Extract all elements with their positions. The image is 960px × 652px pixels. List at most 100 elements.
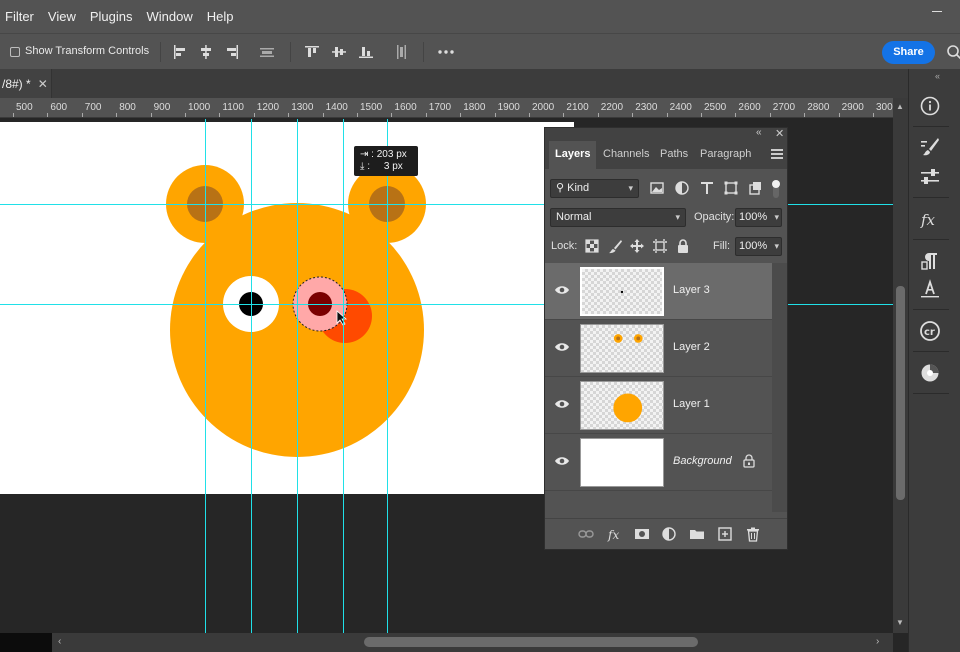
pixel-filter-icon[interactable]: [649, 180, 665, 196]
menu-view[interactable]: View: [42, 9, 84, 24]
horizontal-ruler[interactable]: 500 600 700 800 900 1000 1100 1200 1300 1400 1500 1…: [0, 98, 893, 118]
horizontal-scroll-thumb[interactable]: [364, 637, 698, 647]
lock-transparent-pixels-icon[interactable]: [584, 238, 600, 254]
menu-filter[interactable]: Filter: [0, 9, 42, 24]
tab-layers[interactable]: Layers: [549, 141, 597, 169]
collapse-panel-icon[interactable]: «: [756, 127, 762, 138]
tab-channels[interactable]: Channels: [597, 141, 655, 169]
scroll-up-icon[interactable]: ▲: [896, 102, 904, 111]
fill-field[interactable]: 100% ▾: [735, 237, 782, 256]
layer-row-background[interactable]: Background: [545, 434, 772, 491]
filter-kind-select[interactable]: ⚲ Kind ▾: [550, 179, 639, 198]
lock-position-icon[interactable]: [629, 238, 645, 254]
ruler-tick-label: 1200: [256, 102, 280, 113]
ruler-tick-label: 2100: [566, 102, 589, 113]
align-vertical-centers-icon[interactable]: [329, 42, 349, 62]
collapse-panels-icon[interactable]: «: [935, 71, 940, 81]
menu-bar: Filter View Plugins Window Help: [0, 0, 960, 33]
layer-name[interactable]: Background: [673, 455, 732, 467]
align-left-edges-icon[interactable]: [170, 42, 190, 62]
opacity-label: Opacity:: [694, 211, 735, 223]
menu-help[interactable]: Help: [201, 9, 242, 24]
menu-window[interactable]: Window: [140, 9, 200, 24]
align-right-edges-icon[interactable]: [222, 42, 242, 62]
type-icon[interactable]: [918, 277, 942, 301]
trash-icon[interactable]: [745, 526, 761, 542]
brush-settings-icon[interactable]: [918, 135, 942, 159]
scroll-left-icon[interactable]: ‹: [58, 636, 61, 647]
layer-row-layer-2[interactable]: Layer 2: [545, 320, 772, 377]
show-transform-controls-checkbox[interactable]: [10, 47, 20, 57]
align-bottom-edges-icon[interactable]: [356, 42, 376, 62]
cc-libraries-icon[interactable]: cr: [918, 319, 942, 343]
menu-plugins[interactable]: Plugins: [84, 9, 141, 24]
panel-menu-icon[interactable]: [771, 149, 783, 159]
new-layer-icon[interactable]: [717, 526, 733, 542]
type-filter-icon[interactable]: [699, 180, 715, 196]
info-icon[interactable]: [918, 94, 942, 118]
align-top-edges-icon[interactable]: [302, 42, 322, 62]
vertical-guide[interactable]: [205, 119, 206, 633]
fx-icon[interactable]: fx: [607, 526, 623, 542]
document-tab[interactable]: /8#) * ✕: [0, 69, 52, 98]
panel-tabs: Layers Channels Paths Paragraph: [545, 141, 787, 169]
vertical-guide[interactable]: [387, 119, 388, 633]
align-horizontal-centers-icon[interactable]: [196, 42, 216, 62]
vertical-scrollbar[interactable]: ▲ ▼: [893, 98, 908, 633]
layer-thumbnail[interactable]: [580, 438, 664, 487]
scroll-right-icon[interactable]: ›: [876, 636, 879, 647]
layer-name[interactable]: Layer 2: [673, 341, 710, 353]
adjustment-layer-icon[interactable]: [661, 526, 677, 542]
adjustments-icon[interactable]: [918, 165, 942, 189]
vertical-guide[interactable]: [251, 119, 252, 633]
status-area: [0, 633, 52, 652]
separator: [913, 351, 949, 352]
layer-row-layer-1[interactable]: Layer 1: [545, 377, 772, 434]
lock-all-icon[interactable]: [675, 238, 691, 254]
vertical-guide[interactable]: [297, 119, 298, 633]
adjustment-filter-icon[interactable]: [674, 180, 690, 196]
layer-thumbnail[interactable]: [580, 267, 664, 316]
blend-mode-select[interactable]: Normal ▾: [550, 208, 686, 227]
layer-thumbnail[interactable]: [580, 324, 664, 373]
distribute-vertical-icon[interactable]: [257, 42, 277, 62]
more-options-icon[interactable]: [436, 42, 456, 62]
color-icon[interactable]: [918, 361, 942, 385]
ruler-tick-label: 700: [84, 102, 102, 113]
layer-thumbnail[interactable]: [580, 381, 664, 430]
scroll-down-icon[interactable]: ▼: [896, 618, 904, 627]
link-layers-icon[interactable]: [578, 526, 594, 542]
search-icon[interactable]: [946, 44, 960, 60]
horizontal-scrollbar[interactable]: ‹ ›: [0, 633, 893, 652]
visibility-eye-icon[interactable]: [554, 341, 570, 353]
opacity-field[interactable]: 100% ▾: [735, 208, 782, 227]
lock-icon[interactable]: [743, 454, 755, 468]
panel-header[interactable]: « ✕: [545, 127, 787, 141]
distribute-horizontal-icon[interactable]: [391, 42, 411, 62]
character-paragraph-icon[interactable]: [918, 249, 942, 273]
visibility-eye-icon[interactable]: [554, 398, 570, 410]
vertical-scroll-thumb[interactable]: [896, 286, 905, 500]
share-button[interactable]: Share: [882, 41, 935, 64]
close-panel-icon[interactable]: ✕: [775, 127, 784, 140]
minimize-window-icon[interactable]: [930, 8, 944, 22]
tab-paragraph[interactable]: Paragraph: [694, 141, 757, 169]
fx-icon[interactable]: fx: [918, 207, 942, 231]
ruler-tick-label: 900: [153, 102, 171, 113]
group-folder-icon[interactable]: [689, 526, 705, 542]
layer-mask-icon[interactable]: [634, 526, 650, 542]
lock-artboard-icon[interactable]: [652, 238, 668, 254]
lock-image-pixels-icon[interactable]: [607, 238, 623, 254]
shape-filter-icon[interactable]: [723, 180, 739, 196]
layer-name[interactable]: Layer 1: [673, 398, 710, 410]
layer-list-scrollbar[interactable]: [772, 263, 787, 512]
close-icon[interactable]: ✕: [38, 77, 48, 91]
visibility-eye-icon[interactable]: [554, 284, 570, 296]
layer-name[interactable]: Layer 3: [673, 284, 710, 296]
filter-toggle-icon[interactable]: [771, 178, 781, 200]
smart-object-filter-icon[interactable]: [747, 180, 763, 196]
tab-paths[interactable]: Paths: [654, 141, 694, 169]
vertical-guide[interactable]: [343, 119, 344, 633]
visibility-eye-icon[interactable]: [554, 455, 570, 467]
layer-row-layer-3[interactable]: Layer 3: [545, 263, 772, 320]
